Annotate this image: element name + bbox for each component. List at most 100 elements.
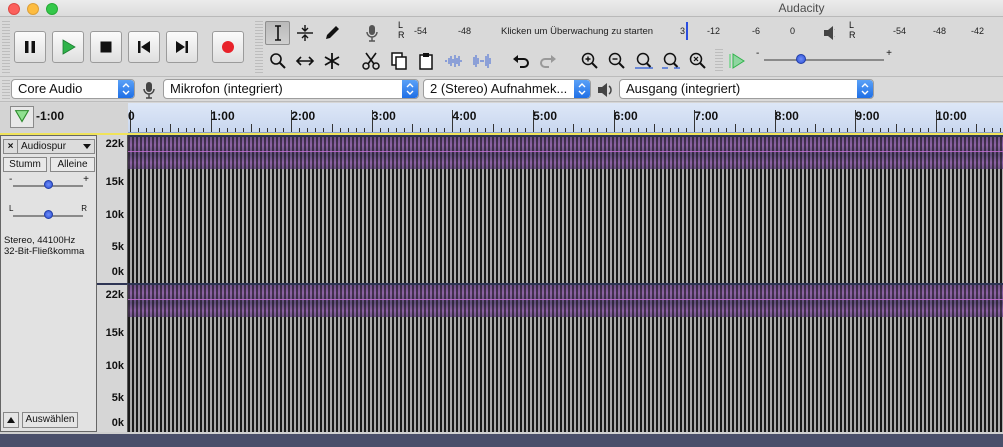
close-track-button[interactable]: × <box>4 140 18 153</box>
ruler-minor-tick <box>992 128 994 132</box>
solo-button[interactable]: Alleine <box>50 157 95 172</box>
audio-host-select[interactable]: Core Audio <box>11 79 135 99</box>
gain-slider[interactable]: - + <box>5 174 91 196</box>
skip-to-start-button[interactable] <box>128 31 160 63</box>
recording-channels-value: 2 (Stereo) Aufnahmek... <box>430 81 568 96</box>
timeline-ruler[interactable]: 0 1:00 2:00 3:00 4:00 5:00 6:00 7:00 8:00 9:00 10:… <box>128 103 1003 133</box>
record-button[interactable] <box>212 31 244 63</box>
spectrogram-right-channel[interactable] <box>128 283 1003 432</box>
playback-speed-slider[interactable]: - + <box>756 48 892 70</box>
meter-tick: -42 <box>971 26 985 36</box>
stop-button[interactable] <box>90 31 122 63</box>
ruler-minor-tick <box>605 128 607 132</box>
track-name-menu[interactable]: Audiospur <box>21 140 66 153</box>
undo-button[interactable] <box>508 49 533 73</box>
zoom-in-button[interactable] <box>577 49 602 73</box>
ruler-minor-tick <box>653 124 655 132</box>
fit-selection-button[interactable] <box>631 49 656 73</box>
meter-tick: -48 <box>933 26 947 36</box>
ruler-minor-tick <box>428 128 430 132</box>
pinned-playhead-button[interactable] <box>10 106 34 128</box>
cut-button[interactable] <box>358 49 383 73</box>
collapse-track-button[interactable] <box>3 412 19 428</box>
pan-slider[interactable]: L R <box>5 204 91 226</box>
time-shift-tool[interactable] <box>292 49 317 73</box>
meter-tick: 3 <box>680 26 686 36</box>
tools-grip[interactable] <box>255 21 263 73</box>
envelope-tool[interactable] <box>292 21 317 45</box>
pan-left-label: L <box>9 204 14 213</box>
ruler-minor-tick <box>702 128 704 132</box>
multi-tool[interactable] <box>319 49 344 73</box>
recording-device-select[interactable]: Mikrofon (integriert) <box>163 79 419 99</box>
ruler-minor-tick <box>444 128 446 132</box>
ruler-minor-tick <box>742 128 744 132</box>
freq-label: 15k <box>105 176 124 188</box>
play-at-speed-button[interactable] <box>724 49 749 73</box>
copy-button[interactable] <box>386 49 411 73</box>
play-button[interactable] <box>52 31 84 63</box>
ruler-label: 9:00 <box>855 109 880 123</box>
mic-meter-button[interactable] <box>359 21 384 45</box>
gain-slider-knob[interactable] <box>44 180 53 189</box>
meter-right-label: R <box>849 30 856 40</box>
playback-meter[interactable]: LR -54 -48 -42 <box>835 20 1003 42</box>
ruler-minor-tick <box>1000 128 1002 132</box>
ruler-minor-tick <box>549 128 551 132</box>
playback-device-select[interactable]: Ausgang (integriert) <box>619 79 874 99</box>
ruler-minor-tick <box>460 128 462 132</box>
trim-audio-button[interactable] <box>441 49 466 73</box>
ruler-minor-tick <box>863 128 865 132</box>
speed-slider-knob[interactable] <box>796 54 806 64</box>
meter-tick: -6 <box>752 26 761 36</box>
zoom-out-button[interactable] <box>604 49 629 73</box>
track-header[interactable]: × Audiospur <box>3 139 95 154</box>
ruler-minor-tick <box>170 124 172 132</box>
redo-button[interactable] <box>535 49 560 73</box>
freq-label: 5k <box>111 392 124 404</box>
ruler-minor-tick <box>331 124 333 132</box>
selection-tool[interactable] <box>265 21 290 45</box>
pause-button[interactable] <box>14 31 46 63</box>
ruler-minor-tick <box>484 128 486 132</box>
meter-tick: -54 <box>414 26 428 36</box>
mute-button[interactable]: Stumm <box>3 157 47 172</box>
frequency-scale-right-channel[interactable]: 22k 15k 10k 5k 0k <box>97 283 128 432</box>
play-speed-grip[interactable] <box>715 49 723 73</box>
frequency-scale-left-channel[interactable]: 22k 15k 10k 5k 0k <box>97 135 128 283</box>
ruler-minor-tick <box>500 128 502 132</box>
skip-to-end-button[interactable] <box>166 31 198 63</box>
pan-slider-knob[interactable] <box>44 210 53 219</box>
track-control-panel[interactable]: × Audiospur Stumm Alleine - + L R Stereo… <box>0 135 97 432</box>
ruler-minor-tick <box>807 128 809 132</box>
title-bar: Audacity <box>0 0 1003 17</box>
ruler-minor-tick <box>202 128 204 132</box>
ruler-minor-tick <box>976 124 978 132</box>
zoom-toggle-button[interactable] <box>685 49 710 73</box>
device-grip[interactable] <box>2 80 10 99</box>
meter-right-label: R <box>398 30 405 40</box>
silence-audio-button[interactable] <box>469 49 494 73</box>
ruler-minor-tick <box>557 128 559 132</box>
envelope-icon <box>296 25 313 41</box>
draw-tool[interactable] <box>319 21 344 45</box>
ruler-minor-tick <box>299 128 301 132</box>
ruler-minor-tick <box>420 128 422 132</box>
ruler-minor-tick <box>573 124 575 132</box>
spectrogram-left-channel[interactable] <box>128 135 1003 283</box>
monitor-hint[interactable]: Klicken um Überwachung zu starten <box>501 26 653 37</box>
zoom-tool[interactable] <box>265 49 290 73</box>
double-arrow-icon <box>295 56 314 66</box>
ruler-minor-tick <box>541 128 543 132</box>
ruler-label: 2:00 <box>291 109 316 123</box>
recording-channels-select[interactable]: 2 (Stereo) Aufnahmek... <box>423 79 591 99</box>
toolbar-grip[interactable] <box>2 21 10 73</box>
ruler-minor-tick <box>960 128 962 132</box>
record-meter[interactable]: LR -54 -48 Klicken um Überwachung zu sta… <box>384 20 802 42</box>
ruler-minor-tick <box>258 128 260 132</box>
paste-button[interactable] <box>413 49 438 73</box>
horizontal-scrollbar[interactable] <box>0 432 1003 447</box>
timeline[interactable]: -1:00 0 1:00 2:00 3:00 4:00 5:00 6:00 7:00 8:00 9… <box>0 103 1003 133</box>
fit-project-button[interactable] <box>658 49 683 73</box>
select-track-button[interactable]: Auswählen <box>22 412 78 428</box>
